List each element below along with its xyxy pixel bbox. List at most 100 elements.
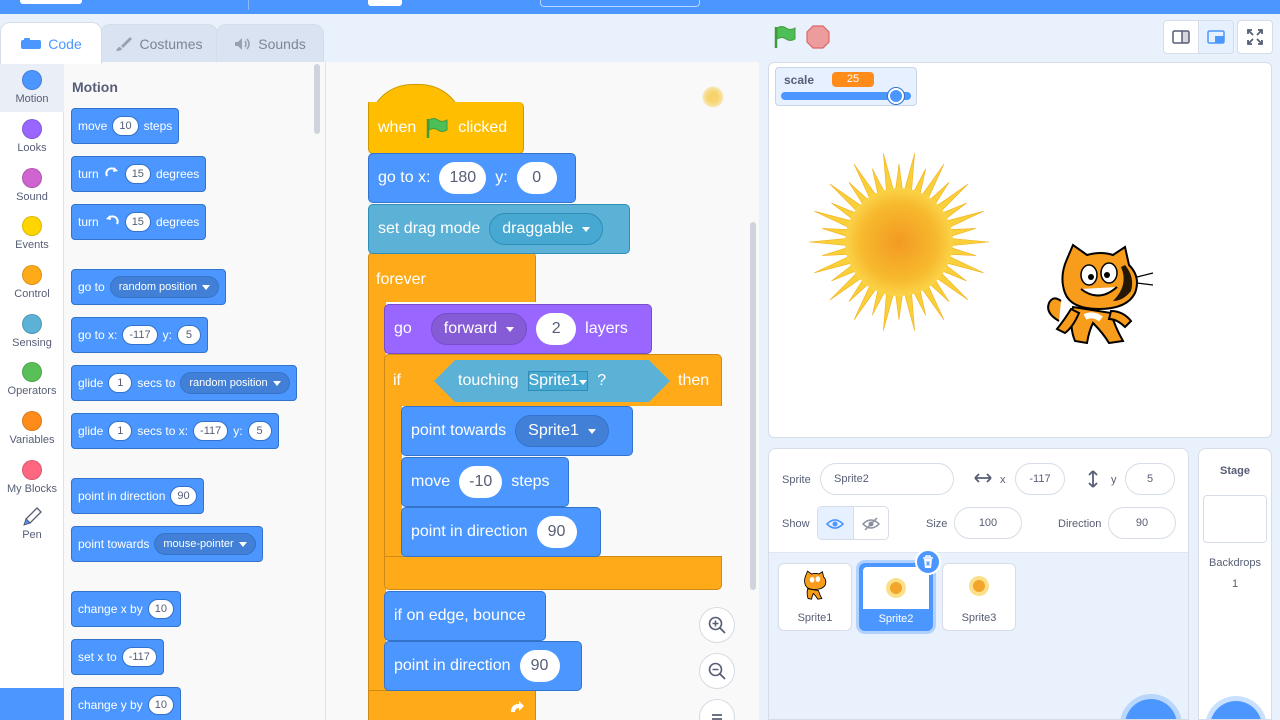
tab-sounds[interactable]: Sounds — [216, 24, 324, 62]
choose-sprite-button[interactable] — [1125, 699, 1177, 719]
direction-input[interactable]: 90 — [170, 486, 197, 506]
drag-mode-dropdown[interactable]: draggable — [489, 213, 604, 245]
palette-block-point-towards[interactable]: point towards mouse-pointer — [71, 526, 263, 562]
category-sensing[interactable]: Sensing — [0, 308, 64, 356]
degrees-input[interactable]: 15 — [124, 164, 151, 184]
go-layers-block[interactable]: go forward 2 layers — [384, 304, 652, 354]
category-looks[interactable]: Looks — [0, 113, 64, 161]
palette-block-set-x[interactable]: set x to -117 — [71, 639, 164, 675]
green-flag-button[interactable] — [772, 24, 798, 55]
category-motion[interactable]: Motion — [0, 64, 64, 112]
sun-sprite[interactable] — [808, 151, 990, 333]
sprite-x-input[interactable]: -117 — [1015, 463, 1065, 495]
add-extension-button[interactable] — [0, 688, 64, 720]
tab-code[interactable]: Code — [0, 22, 102, 64]
point-towards-block[interactable]: point towards Sprite1 — [401, 406, 633, 456]
zoom-in-button[interactable] — [699, 607, 735, 643]
touching-condition[interactable]: touching Sprite1 ? — [434, 360, 670, 402]
point-direction-block-inner[interactable]: point in direction 90 — [401, 507, 601, 557]
monitor-slider-knob[interactable] — [887, 88, 904, 104]
category-pen[interactable]: Pen — [0, 502, 64, 550]
y-input[interactable]: 5 — [247, 421, 272, 441]
x-input[interactable]: -117 — [193, 421, 229, 441]
choose-backdrop-button[interactable] — [1210, 701, 1262, 719]
degrees-input[interactable]: 15 — [124, 212, 151, 232]
bounce-block[interactable]: if on edge, bounce — [384, 591, 546, 641]
script-area[interactable]: when clicked go to x: 180 y: 0 set drag … — [326, 62, 759, 720]
stage[interactable]: scale 25 — [768, 62, 1272, 438]
large-stage-button[interactable] — [1198, 20, 1234, 54]
palette-block-turn-right[interactable]: turn 15 degrees — [71, 156, 207, 192]
menu-divider — [248, 0, 249, 10]
palette-block-turn-left[interactable]: turn 15 degrees — [71, 204, 207, 240]
secs-input[interactable]: 1 — [108, 421, 133, 441]
stop-button[interactable] — [806, 25, 830, 54]
sprite-size-input[interactable]: 100 — [954, 507, 1022, 539]
category-variables[interactable]: Variables — [0, 405, 64, 453]
show-sprite-button[interactable] — [818, 507, 853, 539]
category-operators[interactable]: Operators — [0, 356, 64, 404]
sprite-name-input[interactable]: Sprite2 — [820, 463, 954, 495]
x-input[interactable]: 180 — [439, 162, 487, 194]
block-label: steps — [143, 119, 173, 133]
palette-block-go-to-xy[interactable]: go to x: -117 y: 5 — [71, 317, 208, 353]
direction-input[interactable]: 90 — [519, 650, 560, 682]
when-flag-clicked-block[interactable]: when clicked — [368, 102, 524, 154]
set-drag-mode-block[interactable]: set drag mode draggable — [368, 204, 630, 254]
steps-input[interactable]: 10 — [112, 116, 139, 136]
sprite-tile-sprite3[interactable]: Sprite3 — [942, 563, 1016, 631]
cat-sprite[interactable] — [1043, 243, 1155, 351]
point-direction-block-outer[interactable]: point in direction 90 — [384, 641, 582, 691]
direction-input[interactable]: 90 — [536, 516, 577, 548]
layer-direction-dropdown[interactable]: forward — [430, 313, 528, 345]
touching-target-dropdown[interactable]: Sprite1 — [528, 371, 589, 391]
zoom-reset-button[interactable] — [699, 699, 735, 720]
project-title-field[interactable] — [540, 0, 700, 7]
sprite-direction-input[interactable]: 90 — [1108, 507, 1176, 539]
scratch-logo[interactable] — [20, 0, 82, 4]
palette-block-change-y[interactable]: change y by 10 — [71, 687, 181, 720]
sprite-y-input[interactable]: 5 — [1125, 463, 1175, 495]
category-my-blocks[interactable]: My Blocks — [0, 454, 64, 502]
towards-target-dropdown[interactable]: Sprite1 — [515, 415, 609, 447]
tab-costumes[interactable]: Costumes — [100, 24, 218, 62]
target-dropdown[interactable]: random position — [180, 372, 290, 394]
palette-block-point-direction[interactable]: point in direction 90 — [71, 478, 204, 514]
palette-block-move[interactable]: move 10 steps — [71, 108, 180, 144]
category-sound[interactable]: Sound — [0, 162, 64, 210]
menu-bar — [0, 0, 1280, 14]
sprite3-thumbnail — [943, 564, 1015, 608]
move-steps-block[interactable]: move -10 steps — [401, 457, 569, 507]
category-events[interactable]: Events — [0, 210, 64, 258]
fullscreen-button[interactable] — [1237, 20, 1273, 54]
palette-block-go-to[interactable]: go to random position — [71, 269, 226, 305]
secs-input[interactable]: 1 — [108, 373, 133, 393]
target-dropdown[interactable]: random position — [109, 276, 219, 298]
palette-block-glide-xy[interactable]: glide 1 secs to x: -117 y: 5 — [71, 413, 279, 449]
y-input[interactable]: 0 — [516, 162, 557, 194]
steps-input[interactable]: -10 — [459, 466, 503, 498]
target-dropdown[interactable]: mouse-pointer — [154, 533, 256, 555]
palette-block-glide[interactable]: glide 1 secs to random position — [71, 365, 297, 401]
x-input[interactable]: -117 — [122, 325, 158, 345]
y-input[interactable]: 5 — [176, 325, 201, 345]
stage-selector-panel[interactable]: Stage Backdrops 1 — [1198, 448, 1272, 720]
go-to-xy-block[interactable]: go to x: 180 y: 0 — [368, 153, 576, 203]
block-label: glide — [78, 424, 104, 438]
layers-input[interactable]: 2 — [536, 313, 577, 345]
menu-button[interactable] — [368, 0, 402, 6]
value-input[interactable]: 10 — [147, 695, 174, 715]
sprite-tile-sprite1[interactable]: Sprite1 — [778, 563, 852, 631]
value-input[interactable]: -117 — [121, 647, 157, 667]
value-input[interactable]: 10 — [147, 599, 174, 619]
small-stage-button[interactable] — [1163, 20, 1199, 54]
delete-sprite-button[interactable] — [915, 549, 941, 575]
script-scrollbar[interactable] — [750, 222, 756, 590]
hide-sprite-button[interactable] — [852, 507, 888, 539]
variable-monitor-scale[interactable]: scale 25 — [775, 67, 917, 106]
palette-block-change-x[interactable]: change x by 10 — [71, 591, 181, 627]
category-control[interactable]: Control — [0, 259, 64, 307]
zoom-out-button[interactable] — [699, 653, 735, 689]
block-label: steps — [511, 473, 550, 490]
palette-scrollbar[interactable] — [314, 64, 320, 134]
